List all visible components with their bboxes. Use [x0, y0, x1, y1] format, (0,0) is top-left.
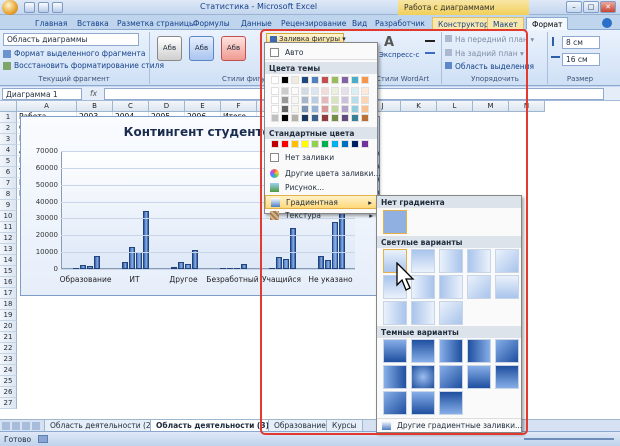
- row-header[interactable]: 21: [0, 332, 17, 343]
- select-all-corner[interactable]: [0, 101, 17, 112]
- row-header[interactable]: 7: [0, 178, 17, 189]
- help-icon[interactable]: [602, 18, 612, 28]
- row-header[interactable]: 15: [0, 266, 17, 277]
- sheet-nav-first[interactable]: [2, 422, 10, 430]
- y-tick-label: 60000: [35, 163, 58, 172]
- tab-formulas[interactable]: Формулы: [188, 17, 235, 30]
- bar[interactable]: [121, 262, 128, 269]
- bar[interactable]: [142, 210, 149, 269]
- tab-home[interactable]: Главная: [30, 17, 72, 30]
- tab-format[interactable]: Формат: [526, 17, 569, 30]
- close-button[interactable]: ✕: [600, 1, 616, 13]
- row-header[interactable]: 23: [0, 354, 17, 365]
- row-header[interactable]: 3: [0, 134, 17, 145]
- sheet-nav-last[interactable]: [32, 422, 40, 430]
- size-group-label: Размер: [566, 75, 594, 83]
- office-button[interactable]: [2, 0, 18, 15]
- chart-tools-title: Работа с диаграммами: [398, 0, 529, 15]
- name-box[interactable]: Диаграмма 1: [2, 88, 82, 100]
- row-header[interactable]: 12: [0, 233, 17, 244]
- row-header[interactable]: 17: [0, 288, 17, 299]
- undo-icon[interactable]: [38, 2, 49, 13]
- reset-style-label: Восстановить форматирование стиля: [14, 61, 164, 70]
- highlight-frame: [260, 29, 528, 435]
- bar[interactable]: [128, 247, 135, 269]
- row-header[interactable]: 5: [0, 156, 17, 167]
- ribbon-tabs: Главная Вставка Разметка страницы Формул…: [0, 15, 620, 30]
- y-tick-label: 10000: [35, 248, 58, 257]
- row-header[interactable]: 1: [0, 112, 17, 123]
- width-icon: [551, 56, 560, 62]
- row-header[interactable]: 26: [0, 387, 17, 398]
- row-header[interactable]: 14: [0, 255, 17, 266]
- bar[interactable]: [177, 262, 184, 269]
- row-header[interactable]: 19: [0, 310, 17, 321]
- sheet-nav-next[interactable]: [22, 422, 30, 430]
- row-header[interactable]: 4: [0, 145, 17, 156]
- current-fragment-group-label: Текущий фрагмент: [38, 75, 110, 83]
- format-selection-button[interactable]: Формат выделенного фрагмента: [3, 49, 146, 58]
- zoom-slider[interactable]: [524, 438, 614, 440]
- width-input[interactable]: 16 см: [562, 53, 600, 66]
- macro-record-icon[interactable]: [38, 435, 48, 443]
- y-tick-label: 20000: [35, 231, 58, 240]
- format-selection-label: Формат выделенного фрагмента: [14, 49, 146, 58]
- row-header[interactable]: 24: [0, 365, 17, 376]
- row-header[interactable]: 20: [0, 321, 17, 332]
- group-separator: [547, 32, 548, 84]
- title-bar: Статистика - Microsoft Excel Работа с ди…: [0, 0, 620, 15]
- column-header[interactable]: C: [113, 101, 149, 112]
- row-header[interactable]: 18: [0, 299, 17, 310]
- row-header[interactable]: 6: [0, 167, 17, 178]
- y-tick-label: 50000: [35, 180, 58, 189]
- bar[interactable]: [93, 256, 100, 269]
- y-tick-label: 70000: [35, 147, 58, 155]
- column-header[interactable]: B: [77, 101, 113, 112]
- save-icon[interactable]: [24, 2, 35, 13]
- shape-style-red[interactable]: Абв: [221, 36, 246, 61]
- reset-style-icon: [3, 62, 11, 70]
- row-header[interactable]: 10: [0, 211, 17, 222]
- row-header[interactable]: 22: [0, 343, 17, 354]
- tab-page-layout[interactable]: Разметка страницы: [112, 17, 200, 30]
- row-header[interactable]: 8: [0, 189, 17, 200]
- chart-element-select[interactable]: Область диаграммы: [3, 33, 139, 46]
- row-header[interactable]: 13: [0, 244, 17, 255]
- status-ready: Готово: [4, 435, 32, 444]
- row-header[interactable]: 16: [0, 277, 17, 288]
- row-header[interactable]: 9: [0, 200, 17, 211]
- format-selection-icon: [3, 50, 11, 58]
- fx-icon[interactable]: fx: [90, 89, 97, 98]
- row-header[interactable]: 27: [0, 398, 17, 409]
- column-header[interactable]: E: [185, 101, 221, 112]
- y-tick-label: 0: [53, 265, 58, 273]
- redo-icon[interactable]: [52, 2, 63, 13]
- shape-style-gray[interactable]: Абв: [157, 36, 182, 61]
- row-header[interactable]: 11: [0, 222, 17, 233]
- shape-style-blue[interactable]: Абв: [189, 36, 214, 61]
- column-header[interactable]: D: [149, 101, 185, 112]
- window-title: Статистика - Microsoft Excel: [200, 2, 318, 11]
- y-tick-label: 30000: [35, 214, 58, 223]
- group-separator: [149, 32, 150, 84]
- row-header[interactable]: 2: [0, 123, 17, 134]
- y-tick-label: 40000: [35, 197, 58, 206]
- bar[interactable]: [135, 251, 142, 269]
- column-header[interactable]: A: [17, 101, 77, 112]
- height-input[interactable]: 8 см: [562, 36, 600, 49]
- sheet-nav-prev[interactable]: [12, 422, 20, 430]
- maximize-button[interactable]: □: [583, 1, 599, 13]
- height-icon: [552, 37, 558, 46]
- column-header[interactable]: F: [221, 101, 257, 112]
- minimize-button[interactable]: –: [566, 1, 582, 13]
- reset-style-button[interactable]: Восстановить форматирование стиля: [3, 61, 164, 70]
- row-header[interactable]: 25: [0, 376, 17, 387]
- tab-insert[interactable]: Вставка: [72, 17, 114, 30]
